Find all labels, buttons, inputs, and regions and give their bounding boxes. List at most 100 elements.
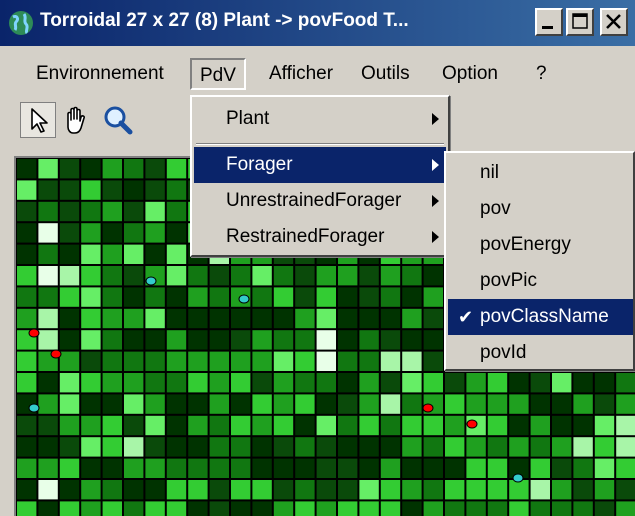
grid-cell[interactable] (145, 330, 165, 350)
grid-cell[interactable] (359, 480, 379, 500)
grid-cell[interactable] (552, 437, 572, 457)
grid-cell[interactable] (231, 415, 251, 436)
grid-cell[interactable] (209, 480, 229, 500)
grid-cell[interactable] (231, 458, 251, 478)
grid-cell[interactable] (145, 201, 165, 222)
grid-cell[interactable] (423, 437, 443, 457)
grid-cell[interactable] (252, 501, 272, 516)
menu-afficher[interactable]: Afficher (261, 58, 341, 90)
grid-cell[interactable] (145, 287, 165, 307)
title-bar[interactable]: Torroidal 27 x 27 (8) Plant -> povFood T… (0, 0, 635, 46)
grid-cell[interactable] (166, 223, 187, 243)
grid-cell[interactable] (231, 373, 251, 393)
menu-pdv[interactable]: PdV (190, 58, 246, 90)
grid-cell[interactable] (445, 394, 465, 414)
grid-cell[interactable] (124, 287, 144, 307)
grid-cell[interactable] (359, 287, 379, 307)
grid-cell[interactable] (166, 287, 187, 307)
grid-cell[interactable] (338, 373, 358, 393)
grid-cell[interactable] (102, 351, 122, 371)
grid-cell[interactable] (188, 437, 208, 457)
grid-cell[interactable] (295, 437, 315, 457)
grid-cell[interactable] (166, 266, 187, 286)
grid-cell[interactable] (209, 266, 229, 286)
grid-cell[interactable] (209, 287, 229, 307)
grid-cell[interactable] (573, 458, 593, 478)
grid-cell[interactable] (316, 437, 336, 457)
grid-cell[interactable] (188, 415, 208, 436)
grid-cell[interactable] (81, 480, 101, 500)
grid-cell[interactable] (252, 415, 272, 436)
grid-cell[interactable] (252, 394, 272, 414)
grid-cell[interactable] (445, 480, 465, 500)
grid-cell[interactable] (552, 373, 572, 393)
grid-cell[interactable] (209, 394, 229, 414)
grid-cell[interactable] (423, 287, 443, 307)
grid-cell[interactable] (338, 287, 358, 307)
grid-cell[interactable] (209, 373, 229, 393)
grid-cell[interactable] (273, 437, 294, 457)
grid-cell[interactable] (252, 480, 272, 500)
grid-cell[interactable] (552, 480, 572, 500)
grid-cell[interactable] (17, 308, 37, 329)
grid-cell[interactable] (102, 437, 122, 457)
submenu-item-nil[interactable]: nil (448, 155, 633, 191)
grid-cell[interactable] (273, 480, 294, 500)
grid-cell[interactable] (145, 437, 165, 457)
grid-cell[interactable] (509, 415, 529, 436)
menu-help[interactable]: ? (528, 58, 555, 90)
grid-cell[interactable] (231, 394, 251, 414)
grid-cell[interactable] (17, 373, 37, 393)
grid-cell[interactable] (252, 373, 272, 393)
grid-cell[interactable] (209, 351, 229, 371)
grid-cell[interactable] (102, 287, 122, 307)
grid-cell[interactable] (402, 480, 422, 500)
grid-cell[interactable] (573, 501, 593, 516)
grid-cell[interactable] (38, 159, 58, 179)
grid-cell[interactable] (124, 480, 144, 500)
grid-cell[interactable] (17, 244, 37, 264)
grid-cell[interactable] (295, 373, 315, 393)
grid-cell[interactable] (423, 480, 443, 500)
grid-cell[interactable] (466, 394, 486, 414)
grid-cell[interactable] (359, 330, 379, 350)
grid-cell[interactable] (573, 415, 593, 436)
grid-cell[interactable] (17, 159, 37, 179)
grid-cell[interactable] (423, 330, 443, 350)
grid-cell[interactable] (124, 266, 144, 286)
grid-cell[interactable] (338, 351, 358, 371)
grid-cell[interactable] (295, 501, 315, 516)
grid-cell[interactable] (316, 373, 336, 393)
grid-cell[interactable] (166, 394, 187, 414)
grid-cell[interactable] (124, 244, 144, 264)
grid-cell[interactable] (573, 373, 593, 393)
grid-cell[interactable] (380, 480, 401, 500)
grid-cell[interactable] (166, 373, 187, 393)
grid-cell[interactable] (38, 501, 58, 516)
grid-cell[interactable] (380, 373, 401, 393)
grid-cell[interactable] (188, 330, 208, 350)
grid-cell[interactable] (59, 244, 80, 264)
maximize-button[interactable] (566, 8, 594, 36)
grid-cell[interactable] (530, 480, 550, 500)
grid-cell[interactable] (124, 308, 144, 329)
grid-cell[interactable] (124, 159, 144, 179)
grid-cell[interactable] (166, 159, 187, 179)
grid-cell[interactable] (252, 287, 272, 307)
grid-cell[interactable] (509, 437, 529, 457)
grid-cell[interactable] (252, 437, 272, 457)
grid-cell[interactable] (102, 480, 122, 500)
grid-cell[interactable] (59, 437, 80, 457)
grid-cell[interactable] (487, 480, 508, 500)
grid-cell[interactable] (231, 330, 251, 350)
grid-cell[interactable] (209, 501, 229, 516)
grid-cell[interactable] (359, 501, 379, 516)
grid-cell[interactable] (509, 373, 529, 393)
agent-marker[interactable] (145, 276, 157, 286)
grid-cell[interactable] (102, 394, 122, 414)
grid-cell[interactable] (124, 330, 144, 350)
grid-cell[interactable] (124, 415, 144, 436)
grid-cell[interactable] (573, 394, 593, 414)
grid-cell[interactable] (17, 351, 37, 371)
grid-cell[interactable] (166, 351, 187, 371)
